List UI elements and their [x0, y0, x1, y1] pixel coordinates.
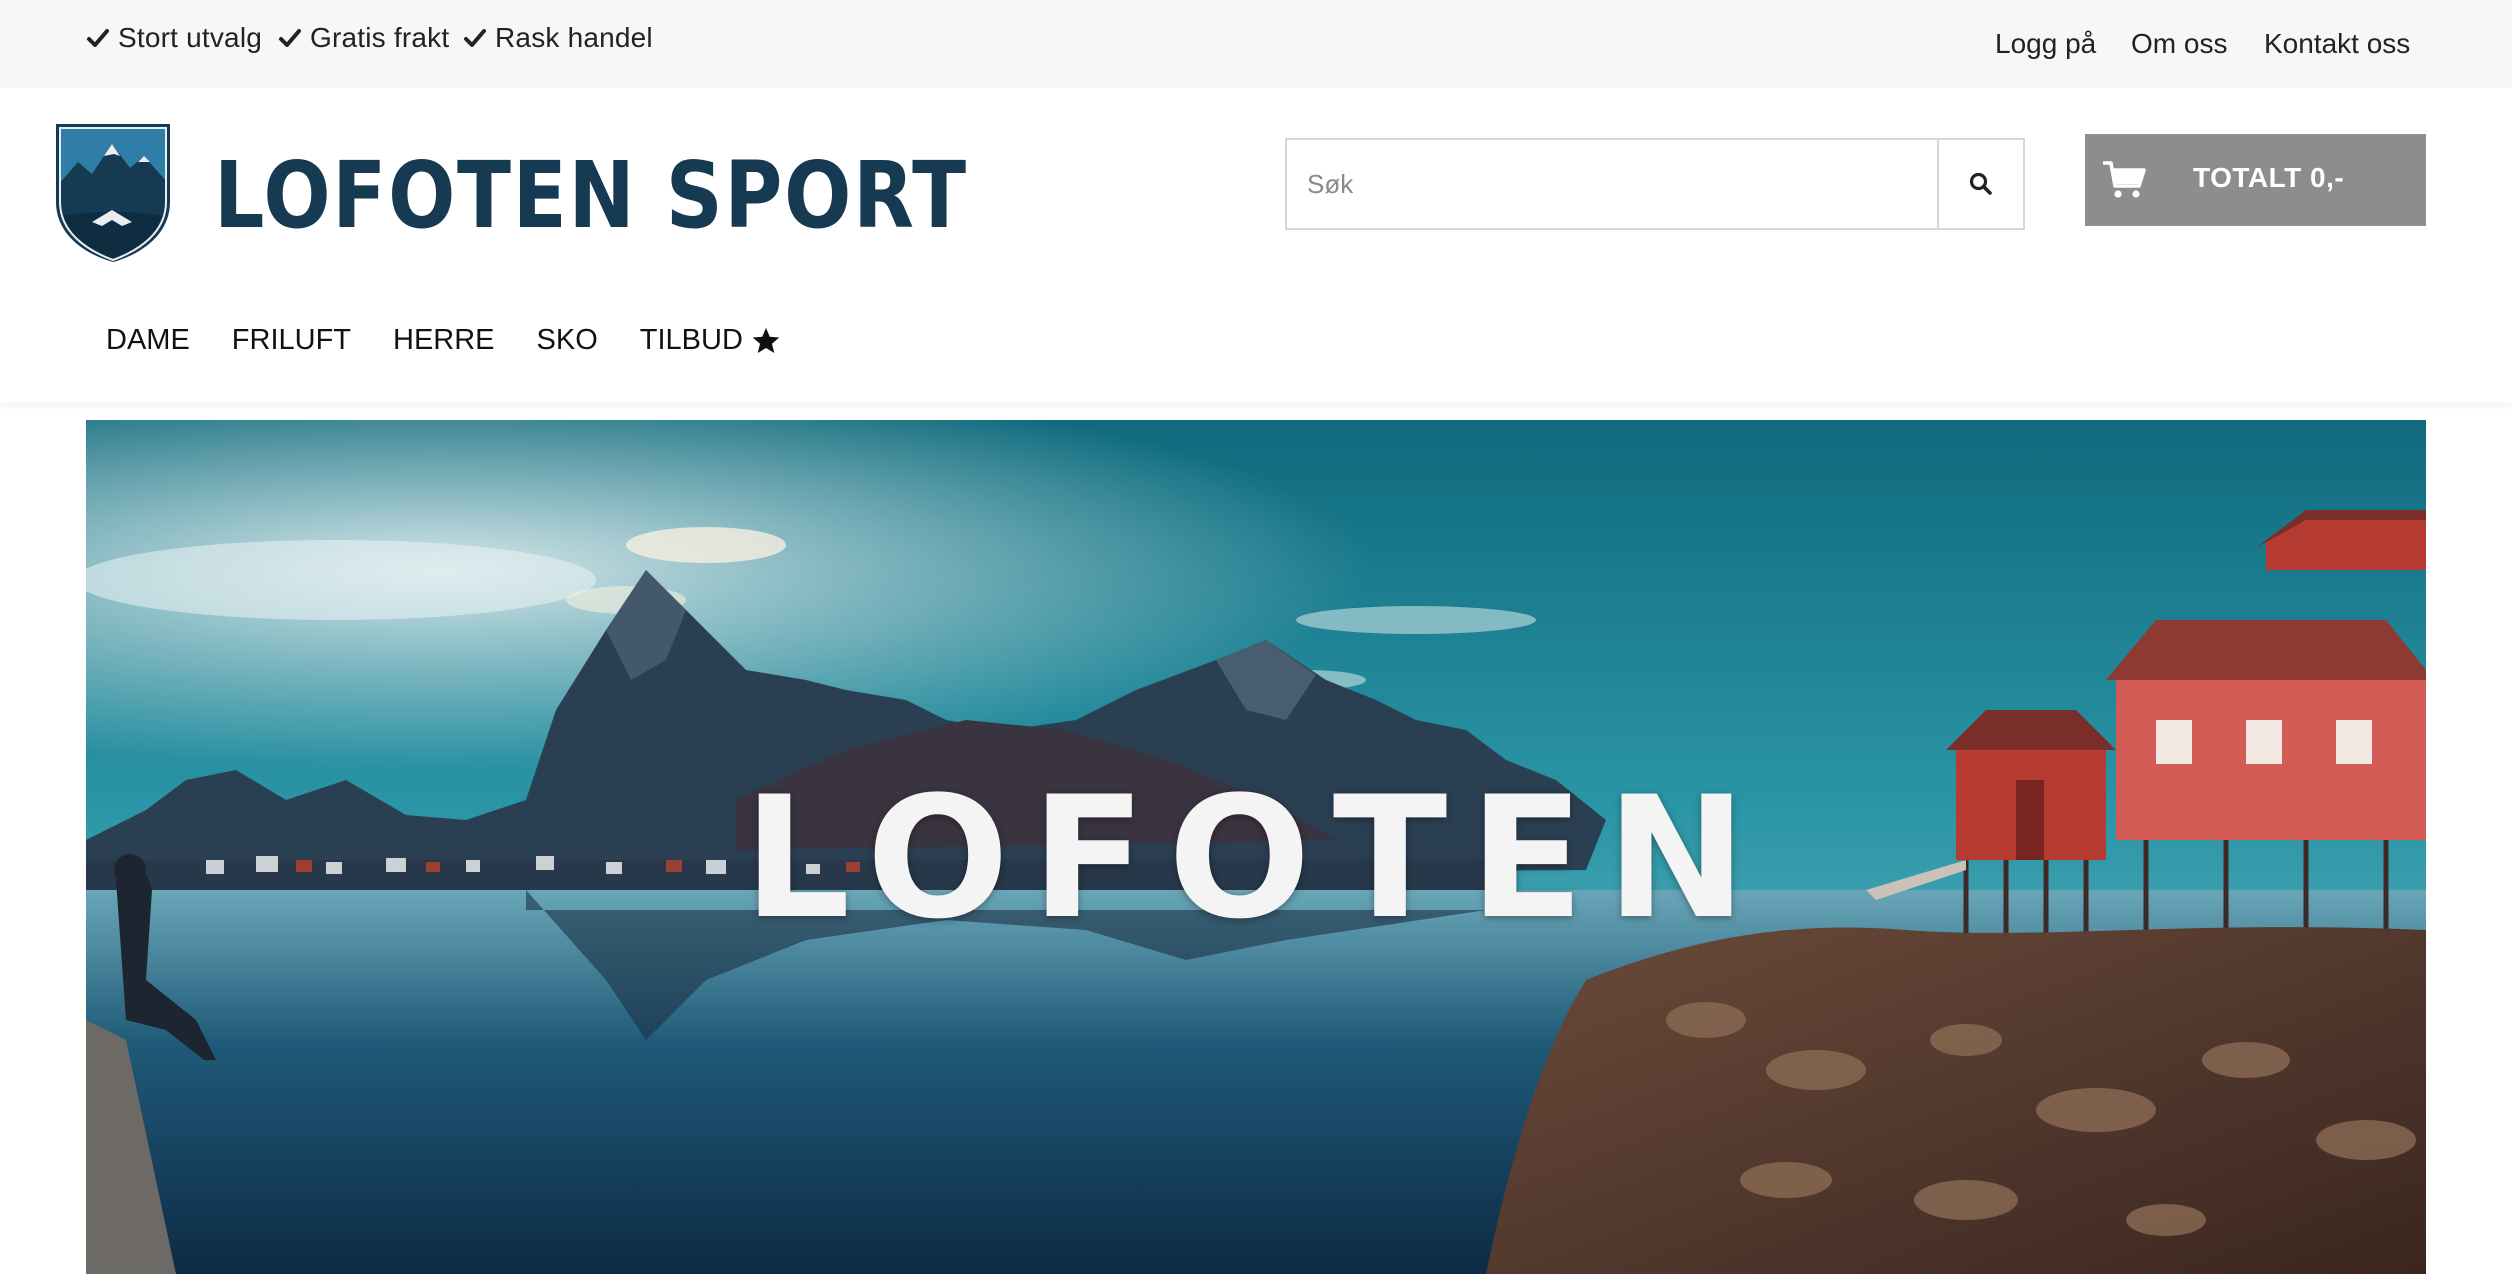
- nav-item-tilbud-label: TILBUD: [639, 324, 743, 356]
- nav-item-tilbud[interactable]: TILBUD: [640, 324, 781, 357]
- hero-title: LOFOTEN: [743, 760, 1769, 956]
- search-box: [1285, 138, 2025, 230]
- usp-label: Rask handel: [495, 22, 653, 53]
- nav-item-friluft[interactable]: FRILUFT: [232, 324, 351, 357]
- nav-item-sko[interactable]: SKO: [537, 324, 598, 357]
- top-utility-bar: Stort utvalg Gratis frakt Rask handel Lo…: [0, 0, 2512, 88]
- search-button[interactable]: [1937, 140, 2023, 228]
- hero-banner[interactable]: LOFOTEN: [86, 420, 2426, 1274]
- usp-label: Stort utvalg: [118, 22, 263, 53]
- brand-logo[interactable]: LOFOTEN SPORT: [52, 122, 966, 262]
- usp-item: Rask handel: [463, 22, 653, 54]
- usp-label: Gratis frakt: [310, 22, 450, 53]
- search-input[interactable]: [1287, 140, 1937, 228]
- check-icon: [87, 29, 109, 47]
- star-icon: [752, 327, 780, 353]
- nav-item-dame[interactable]: DAME: [106, 324, 190, 357]
- shield-logo-icon: [56, 124, 170, 262]
- usp-item: Stort utvalg: [86, 22, 262, 54]
- usp-item: Gratis frakt: [278, 22, 449, 54]
- nav-item-herre[interactable]: HERRE: [393, 324, 495, 357]
- check-icon: [464, 29, 486, 47]
- cart-button[interactable]: TOTALT 0,-: [2085, 134, 2426, 226]
- search-icon: [1969, 172, 1992, 195]
- site-header: LOFOTEN SPORT TOTALT 0,- DAME FRILUFT HE…: [0, 88, 2512, 403]
- shopping-cart-icon: [2103, 161, 2146, 198]
- about-link[interactable]: Om oss: [2131, 28, 2227, 60]
- check-icon: [279, 29, 301, 47]
- contact-link[interactable]: Kontakt oss: [2264, 28, 2410, 60]
- login-link[interactable]: Logg på: [1995, 28, 2096, 60]
- main-navigation: DAME FRILUFT HERRE SKO TILBUD: [106, 324, 823, 357]
- cart-total-label: TOTALT 0,-: [2193, 162, 2345, 193]
- brand-name: LOFOTEN SPORT: [214, 142, 968, 249]
